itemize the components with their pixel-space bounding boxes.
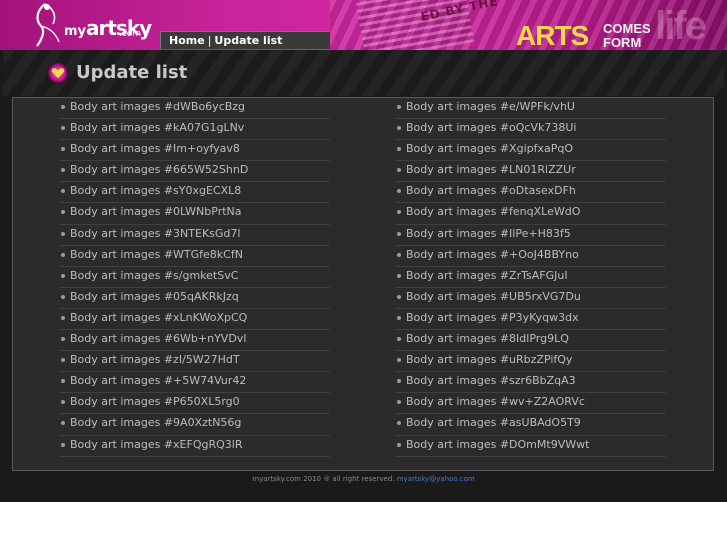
- update-link[interactable]: Body art images #Im+oyfyav8: [70, 142, 240, 155]
- update-link[interactable]: Body art images #+5W74Vur42: [70, 374, 246, 387]
- breadcrumb: Home | Update list: [160, 31, 330, 49]
- update-link[interactable]: Body art images #8IdlPrg9LQ: [406, 332, 569, 345]
- list-item: Body art images #WTGfe8kCfN: [60, 246, 330, 267]
- list-item: Body art images #szr6BbZqA3: [396, 372, 666, 394]
- list-item: Body art images #fenqXLeWdO: [396, 203, 666, 225]
- site-logo[interactable]: my artsky .com: [22, 2, 152, 48]
- list-item: Body art images #665W52ShnD: [60, 161, 330, 183]
- list-item: Body art images #XgipfxaPqO: [396, 140, 666, 162]
- list-item: Body art images #s/gmketSvC: [60, 267, 330, 288]
- footer: myartsky.com 2010 ® all right reserved. …: [0, 475, 727, 483]
- logo-figure-icon: [36, 3, 60, 47]
- list-item: Body art images #LN01RlZZUr: [396, 161, 666, 183]
- list-item: Body art images #oQcVk738Ui: [396, 119, 666, 141]
- slogan-form: FORM: [603, 35, 642, 50]
- list-item: Body art images #Im+oyfyav8: [60, 140, 330, 162]
- update-link[interactable]: Body art images #asUBAdO5T9: [406, 416, 581, 429]
- list-item: Body art images #xLnKWoXpCQ: [60, 309, 330, 331]
- update-link[interactable]: Body art images #P650XL5rg0: [70, 395, 240, 408]
- update-link[interactable]: Body art images #P3yKyqw3dx: [406, 311, 579, 324]
- update-link[interactable]: Body art images #szr6BbZqA3: [406, 374, 576, 387]
- list-item: Body art images #6Wb+nYVDvl: [60, 330, 330, 352]
- update-link[interactable]: Body art images #oDtasexDFh: [406, 184, 576, 197]
- list-item: Body art images #IlPe+H83f5: [396, 225, 666, 246]
- list-item: Body art images #xEFQgRQ3lR: [60, 436, 330, 457]
- update-link[interactable]: Body art images #wv+Z2AORVc: [406, 395, 585, 408]
- update-link[interactable]: Body art images #dWBo6ycBzg: [70, 100, 245, 113]
- breadcrumb-separator: |: [207, 34, 212, 47]
- update-link[interactable]: Body art images #05qAKRkJzq: [70, 290, 239, 303]
- breadcrumb-home-link[interactable]: Home: [169, 34, 205, 47]
- list-item: Body art images #P3yKyqw3dx: [396, 309, 666, 331]
- list-item: Body art images #3NTEKsGd7l: [60, 225, 330, 246]
- list-item: Body art images #oDtasexDFh: [396, 182, 666, 204]
- breadcrumb-current-link[interactable]: Update list: [214, 34, 282, 47]
- update-link[interactable]: Body art images #+OoJ4BBYno: [406, 248, 579, 261]
- update-link[interactable]: Body art images #oQcVk738Ui: [406, 121, 576, 134]
- update-link[interactable]: Body art images #3NTEKsGd7l: [70, 227, 240, 240]
- update-link[interactable]: Body art images #665W52ShnD: [70, 163, 248, 176]
- list-item: Body art images #e/WPFk/vhU: [396, 98, 666, 120]
- update-list-right-column: Body art images #e/WPFk/vhU Body art imag…: [396, 98, 666, 457]
- update-link[interactable]: Body art images #DOmMt9VWwt: [406, 438, 589, 451]
- update-link[interactable]: Body art images #LN01RlZZUr: [406, 163, 576, 176]
- list-item: Body art images #DOmMt9VWwt: [396, 436, 666, 457]
- update-link[interactable]: Body art images #zI/5W27HdT: [70, 353, 240, 366]
- update-link[interactable]: Body art images #9A0XztN56g: [70, 416, 241, 429]
- list-item: Body art images #uRbzZPifQy: [396, 351, 666, 373]
- list-item: Body art images #sY0xgECXL8: [60, 182, 330, 204]
- list-item: Body art images #dWBo6ycBzg: [60, 98, 330, 120]
- update-link[interactable]: Body art images #fenqXLeWdO: [406, 205, 580, 218]
- update-list-left-column: Body art images #dWBo6ycBzg Body art imag…: [60, 98, 330, 457]
- title-bar: Update list: [3, 50, 724, 96]
- update-link[interactable]: Body art images #sY0xgECXL8: [70, 184, 241, 197]
- slogan-arts: ARTS: [516, 20, 589, 50]
- slogan-life: life: [655, 4, 707, 48]
- update-link[interactable]: Body art images #IlPe+H83f5: [406, 227, 571, 240]
- main-content: Update list Body art images #dWBo6ycBzg B…: [0, 50, 727, 502]
- list-item: Body art images #UB5rxVG7Du: [396, 288, 666, 309]
- update-link[interactable]: Body art images #e/WPFk/vhU: [406, 100, 575, 113]
- slogan-comes: COMES: [603, 21, 651, 36]
- list-item: Body art images #asUBAdO5T9: [396, 414, 666, 436]
- list-item: Body art images #kA07G1gLNv: [60, 119, 330, 141]
- list-item: Body art images #ZrTsAFGJuI: [396, 267, 666, 288]
- list-item: Body art images #+5W74Vur42: [60, 372, 330, 394]
- list-item: Body art images #P650XL5rg0: [60, 393, 330, 415]
- update-link[interactable]: Body art images #UB5rxVG7Du: [406, 290, 581, 303]
- site-header: ED BY THE my artsky .com Home | Update lis…: [0, 0, 727, 50]
- update-link[interactable]: Body art images #WTGfe8kCfN: [70, 248, 243, 261]
- update-link[interactable]: Body art images #XgipfxaPqO: [406, 142, 573, 155]
- list-item: Body art images #8IdlPrg9LQ: [396, 330, 666, 352]
- list-item: Body art images #wv+Z2AORVc: [396, 393, 666, 415]
- logo-my: my: [64, 24, 87, 39]
- update-link[interactable]: Body art images #kA07G1gLNv: [70, 121, 244, 134]
- update-link[interactable]: Body art images #xLnKWoXpCQ: [70, 311, 247, 324]
- footer-copyright: myartsky.com 2010 ® all right reserved.: [252, 475, 395, 483]
- logo-dotcom: .com: [119, 29, 142, 39]
- update-link[interactable]: Body art images #ZrTsAFGJuI: [406, 269, 568, 282]
- list-item: Body art images #+OoJ4BBYno: [396, 246, 666, 267]
- list-item: Body art images #zI/5W27HdT: [60, 351, 330, 373]
- update-link[interactable]: Body art images #xEFQgRQ3lR: [70, 438, 242, 451]
- update-link[interactable]: Body art images #s/gmketSvC: [70, 269, 238, 282]
- list-item: Body art images #9A0XztN56g: [60, 414, 330, 436]
- update-list-panel: Body art images #dWBo6ycBzg Body art imag…: [12, 97, 714, 471]
- page-title: Update list: [76, 62, 188, 83]
- list-item: Body art images #0LWNbPrtNa: [60, 203, 330, 225]
- page-bottom-area: [0, 502, 727, 545]
- heart-icon: [47, 62, 69, 84]
- update-link[interactable]: Body art images #0LWNbPrtNa: [70, 205, 242, 218]
- update-link[interactable]: Body art images #6Wb+nYVDvl: [70, 332, 246, 345]
- footer-email-link[interactable]: myartsky@yahoo.com: [397, 475, 475, 483]
- list-item: Body art images #05qAKRkJzq: [60, 288, 330, 309]
- update-link[interactable]: Body art images #uRbzZPifQy: [406, 353, 572, 366]
